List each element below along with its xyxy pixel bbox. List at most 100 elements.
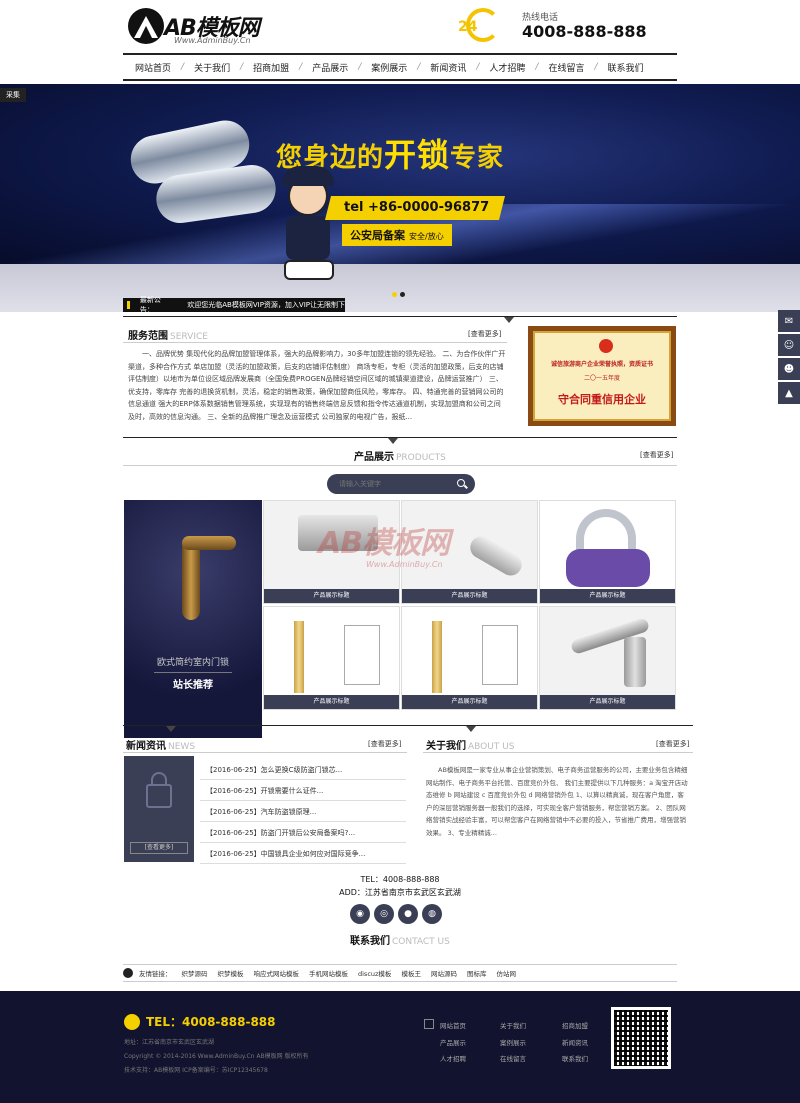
featured-sub: 站长推荐 [173,680,213,691]
links-label: 友情链接： [139,970,172,978]
about-more-link[interactable]: [查看更多] [656,739,689,749]
friend-link[interactable]: 织梦模板 [218,968,244,978]
footer-link[interactable]: 在线留言 [500,1053,526,1063]
tencent-weibo-icon[interactable]: ◍ [422,904,442,924]
nav-item-message[interactable]: 在线留言 / [548,61,607,74]
slider-dot[interactable] [400,292,405,297]
product-search [327,474,475,494]
product-card[interactable]: 产品展示标题 [263,606,400,710]
nav-item-about[interactable]: 关于我们 / [194,61,253,74]
main-nav: 网站首页 / 关于我们 / 招商加盟 / 产品展示 / 案例展示 / 新闻资讯 / 人才招聘… [123,53,677,81]
news-panel-button[interactable]: [查看更多] [130,842,188,854]
slider-dot-active[interactable] [392,292,397,297]
footer-support: 技术支持：AB模板网 ICP备案编号：苏ICP12345678 [124,1067,268,1074]
friend-link[interactable]: 仿站网 [496,968,516,978]
product-card[interactable]: 产品展示标题 [401,606,538,710]
logo-url: Www.AdminBuy.Cn [174,36,251,45]
nav-item-jobs[interactable]: 人才招聘 / [489,61,548,74]
service-title: 服务范围 SERVICE [128,331,208,342]
qq-icon[interactable]: ☻ [778,358,800,380]
emblem-icon [599,339,613,353]
back-to-top-icon[interactable]: ▲ [778,382,800,404]
news-item[interactable]: 【2016-06-25】防盗门开锁后公安局备案吗?... [200,823,406,843]
product-title: 产品展示标题 [402,695,537,709]
news-item[interactable]: 【2016-06-25】汽车防盗锁原理... [200,802,406,822]
logo-ring-icon [128,8,164,44]
nav-item-products[interactable]: 产品展示 / [312,61,371,74]
search-icon[interactable] [455,477,469,491]
friend-link[interactable]: 图标库 [467,968,487,978]
footer-link[interactable]: 联系我们 [562,1053,588,1063]
qq-icon[interactable]: ● [398,904,418,924]
footer-address: 地址：江苏省南京市玄武区玄武湖 [124,1039,215,1046]
friend-link[interactable]: 织梦源码 [182,968,208,978]
friend-link[interactable]: 手机网站模板 [309,968,348,978]
weibo-icon[interactable]: ◉ [350,904,370,924]
footer-link[interactable]: 人才招聘 [440,1053,466,1063]
link-icon [123,968,133,978]
footer-link[interactable]: 招商加盟 [562,1020,588,1030]
news-more-link[interactable]: [查看更多] [368,739,401,749]
notice-icon [127,301,134,309]
friend-link[interactable]: 响应式网站模板 [254,968,300,978]
product-title: 产品展示标题 [540,589,675,603]
clock-24-icon: 24 [458,8,510,46]
notice-bar: 最新公告： 欢迎您光临AB模板网VIP资源，加入VIP让无限制下 [123,296,345,314]
about-title: 关于我们 ABOUT US [426,741,515,752]
product-card[interactable]: 产品展示标题 [539,606,676,710]
smart-lock-image [294,621,304,693]
friend-links: 友情链接： 织梦源码 织梦模板 响应式网站模板 手机网站模板 discuz模板 … [123,964,677,982]
hero-banner[interactable]: 采集 您身边的开锁专家 tel +86-0000-96877 公安局备案 安全/放… [0,84,800,312]
notice-label: 最新公告： [139,296,161,314]
footer-link[interactable]: 网站首页 [440,1020,466,1030]
nav-item-cases[interactable]: 案例展示 / [371,61,430,74]
news-item[interactable]: 【2016-06-25】怎么更换C级防盗门锁芯... [200,760,406,780]
footer-link[interactable]: 案例展示 [500,1037,526,1047]
divider [123,752,407,753]
contact-tel: TEL：4008-888-888 [360,875,440,884]
featured-product[interactable]: 欧式简约室内门锁 站长推荐 [124,500,262,738]
divider [154,672,232,673]
products-title: 产品展示 PRODUCTS [354,452,446,463]
friend-link[interactable]: discuz模板 [358,968,391,978]
nav-item-franchise[interactable]: 招商加盟 / [253,61,312,74]
product-title: 产品展示标题 [264,695,399,709]
divider [123,316,677,317]
news-item[interactable]: 【2016-06-25】开锁需要什么证件... [200,781,406,801]
friend-link[interactable]: 网站源码 [431,968,457,978]
footer-link[interactable]: 关于我们 [500,1020,526,1030]
banner-floor [0,264,800,312]
search-input[interactable] [339,480,439,488]
footer-tel: TEL：4008-888-888 [124,1013,276,1030]
side-toolbar: ✉ ☺ ☻ ▲ [778,310,800,406]
news-item[interactable]: 【2016-06-25】中国锁具企业如何应对国际竞争... [200,844,406,864]
lock-cylinder-image [466,532,526,580]
nav-item-home[interactable]: 网站首页 / [135,61,194,74]
divider-arrow [166,726,176,732]
banner-tag[interactable]: 采集 [0,88,26,102]
friend-link[interactable]: 模板王 [401,968,421,978]
wechat-icon[interactable]: ✉ [778,310,800,332]
contact-title: 联系我们 CONTACT US [350,936,450,947]
nav-item-contact[interactable]: 联系我们 [608,61,644,74]
notice-text[interactable]: 欢迎您光临AB模板网VIP资源，加入VIP让无限制下 [187,300,345,310]
about-text: AB模板网是一家专业从事企业营销策划、电子商务运营服务的公司，主要业务包含精细网… [426,766,688,837]
cert-line2: 二〇一五年度 [583,375,620,382]
nav-item-news[interactable]: 新闻资讯 / [430,61,489,74]
site-logo[interactable]: AB模板网 Www.AdminBuy.Cn [128,6,278,46]
certificate-image: 诚信旅游商户企业荣誉执照，资质证书 二〇一五年度 守合同重信用企业 [528,326,676,426]
product-title: 产品展示标题 [264,589,399,603]
wechat-icon[interactable]: ◎ [374,904,394,924]
users-icon[interactable]: ☺ [778,334,800,356]
divider [123,437,677,438]
divider-arrow [504,317,514,323]
watermark: AB模板网 [318,526,450,561]
smart-lock-image [432,621,442,693]
home-icon [424,1019,434,1029]
footer-link[interactable]: 新闻资讯 [562,1037,588,1047]
site-header: AB模板网 Www.AdminBuy.Cn 24 热线电话 4008-888-8… [0,0,800,52]
footer-link[interactable]: 产品展示 [440,1037,466,1047]
service-more-link[interactable]: [查看更多] [468,329,501,339]
products-more-link[interactable]: [查看更多] [640,450,673,460]
product-card[interactable]: 产品展示标题 [539,500,676,604]
